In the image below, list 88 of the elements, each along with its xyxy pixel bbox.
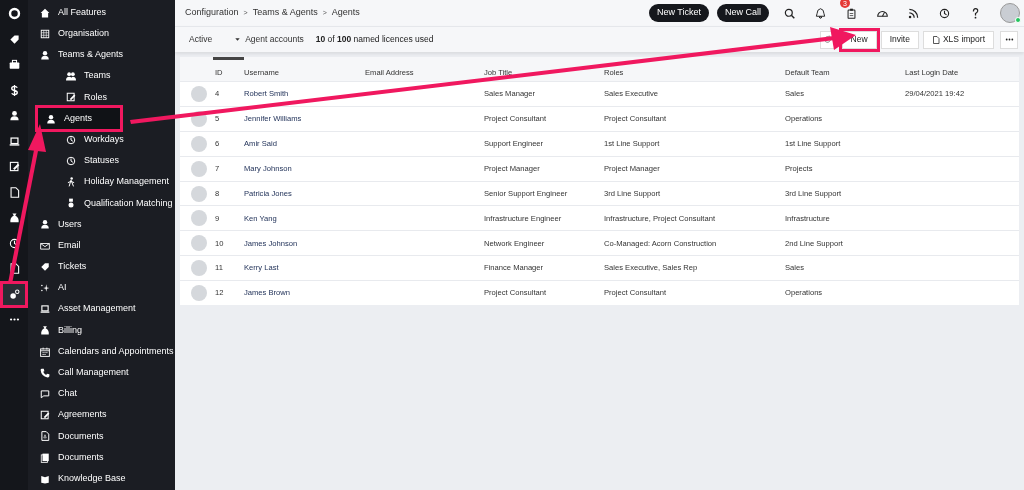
sidebar-item[interactable]: AI (28, 277, 175, 299)
header-button[interactable]: New Ticket (648, 4, 709, 22)
breadcrumb-link[interactable]: Configuration (185, 6, 239, 20)
sidebar-item[interactable]: Statuses (28, 150, 175, 172)
person-icon (8, 110, 20, 121)
sidebar-item[interactable]: Tickets (28, 256, 175, 278)
calendar-icon (40, 346, 50, 357)
licence-usage-text: 10 of 100 named licences used (315, 33, 434, 46)
clock-icon (66, 155, 76, 166)
tag-icon (8, 33, 20, 45)
home-icon (40, 7, 50, 18)
ring-icon (7, 7, 21, 20)
sidebar-item[interactable]: Teams (28, 65, 175, 87)
document-icon (8, 263, 20, 274)
notification-bell-icon (814, 7, 826, 19)
edit-icon (40, 410, 50, 421)
email-icon (40, 240, 50, 251)
briefcase-icon (8, 59, 20, 70)
sidebar-item[interactable]: All Features (28, 2, 175, 24)
sidebar-item[interactable]: Agents (38, 107, 120, 130)
rss-button[interactable] (907, 7, 919, 19)
people-icon (66, 71, 76, 82)
walking-person-icon (66, 177, 76, 188)
laptop-icon (40, 304, 50, 315)
avatar-placeholder (191, 285, 207, 302)
clipboard-button[interactable] (845, 7, 857, 19)
sidebar-item[interactable]: Roles (28, 86, 175, 108)
search-icon (783, 7, 795, 19)
chat-icon (40, 388, 50, 399)
person-icon (40, 49, 50, 60)
clock-icon (938, 7, 950, 19)
avatar-placeholder (191, 210, 207, 227)
header-button[interactable]: New Call (717, 4, 769, 22)
search-button[interactable] (783, 7, 795, 19)
refresh-icon (823, 35, 833, 44)
money-bag-icon (40, 325, 50, 336)
sidebar-item[interactable]: Users (28, 213, 175, 236)
sidebar-nav-button[interactable] (3, 283, 25, 305)
avatar-placeholder (191, 185, 207, 202)
clipboard-icon (845, 7, 857, 19)
sidebar-item[interactable]: Calendars and Appointments (28, 341, 175, 363)
laptop-icon (8, 135, 20, 147)
sidebar-item[interactable]: Asset Management (28, 298, 175, 320)
sidebar-item[interactable]: Call Management (28, 362, 175, 384)
toolbar-button[interactable]: Invite (880, 30, 919, 49)
breadcrumb-link[interactable]: Agents (331, 6, 360, 20)
avatar-placeholder (191, 85, 207, 102)
clock-button[interactable] (938, 7, 950, 19)
sidebar-item[interactable]: Documents (28, 425, 175, 447)
documents-icon (40, 452, 50, 463)
sidebar-item[interactable]: Billing (28, 319, 175, 341)
phone-icon (40, 367, 50, 378)
pdf-document-icon (40, 431, 50, 442)
notification-bell-button[interactable] (814, 7, 826, 19)
edit-icon (66, 92, 76, 103)
breadcrumb-link[interactable]: Teams & Agents (252, 6, 318, 20)
sidebar-item[interactable]: Teams & Agents (28, 44, 175, 66)
gears-icon (8, 288, 20, 300)
sidebar-item[interactable]: Chat (28, 383, 175, 405)
edit-icon (8, 161, 20, 172)
view-dropdown[interactable]: Agent accounts (245, 33, 304, 46)
document-icon (8, 186, 20, 198)
rss-icon (907, 7, 919, 19)
sidebar-item[interactable]: Workdays (28, 129, 175, 151)
sidebar-item[interactable]: Holiday Management (28, 171, 175, 193)
clock-icon (66, 134, 76, 145)
avatar-placeholder (191, 260, 207, 277)
file-icon (931, 35, 940, 44)
medal-icon (66, 198, 76, 209)
book-icon (40, 473, 50, 484)
dollar-icon (8, 84, 20, 96)
toolbar-button[interactable]: XLS import (922, 30, 994, 49)
sidebar-item[interactable]: Email (28, 235, 175, 257)
sidebar-item[interactable]: Agreements (28, 404, 175, 426)
person-icon (46, 113, 56, 124)
sidebar-item[interactable]: Documents (28, 446, 175, 469)
sidebar-item[interactable]: Organisation (28, 23, 175, 45)
sidebar-item[interactable]: Qualification Matching (28, 192, 175, 214)
money-bag-icon (8, 212, 20, 223)
status-filter[interactable]: Active (189, 33, 213, 46)
avatar-placeholder (191, 135, 207, 152)
building-icon (40, 28, 50, 39)
avatar-placeholder (191, 160, 207, 177)
avatar-placeholder (191, 235, 207, 252)
caret-icon (234, 36, 242, 43)
person-icon (40, 219, 50, 230)
sparkle-icon (40, 283, 50, 294)
sidebar-item[interactable]: Knowledge Base (28, 468, 175, 490)
